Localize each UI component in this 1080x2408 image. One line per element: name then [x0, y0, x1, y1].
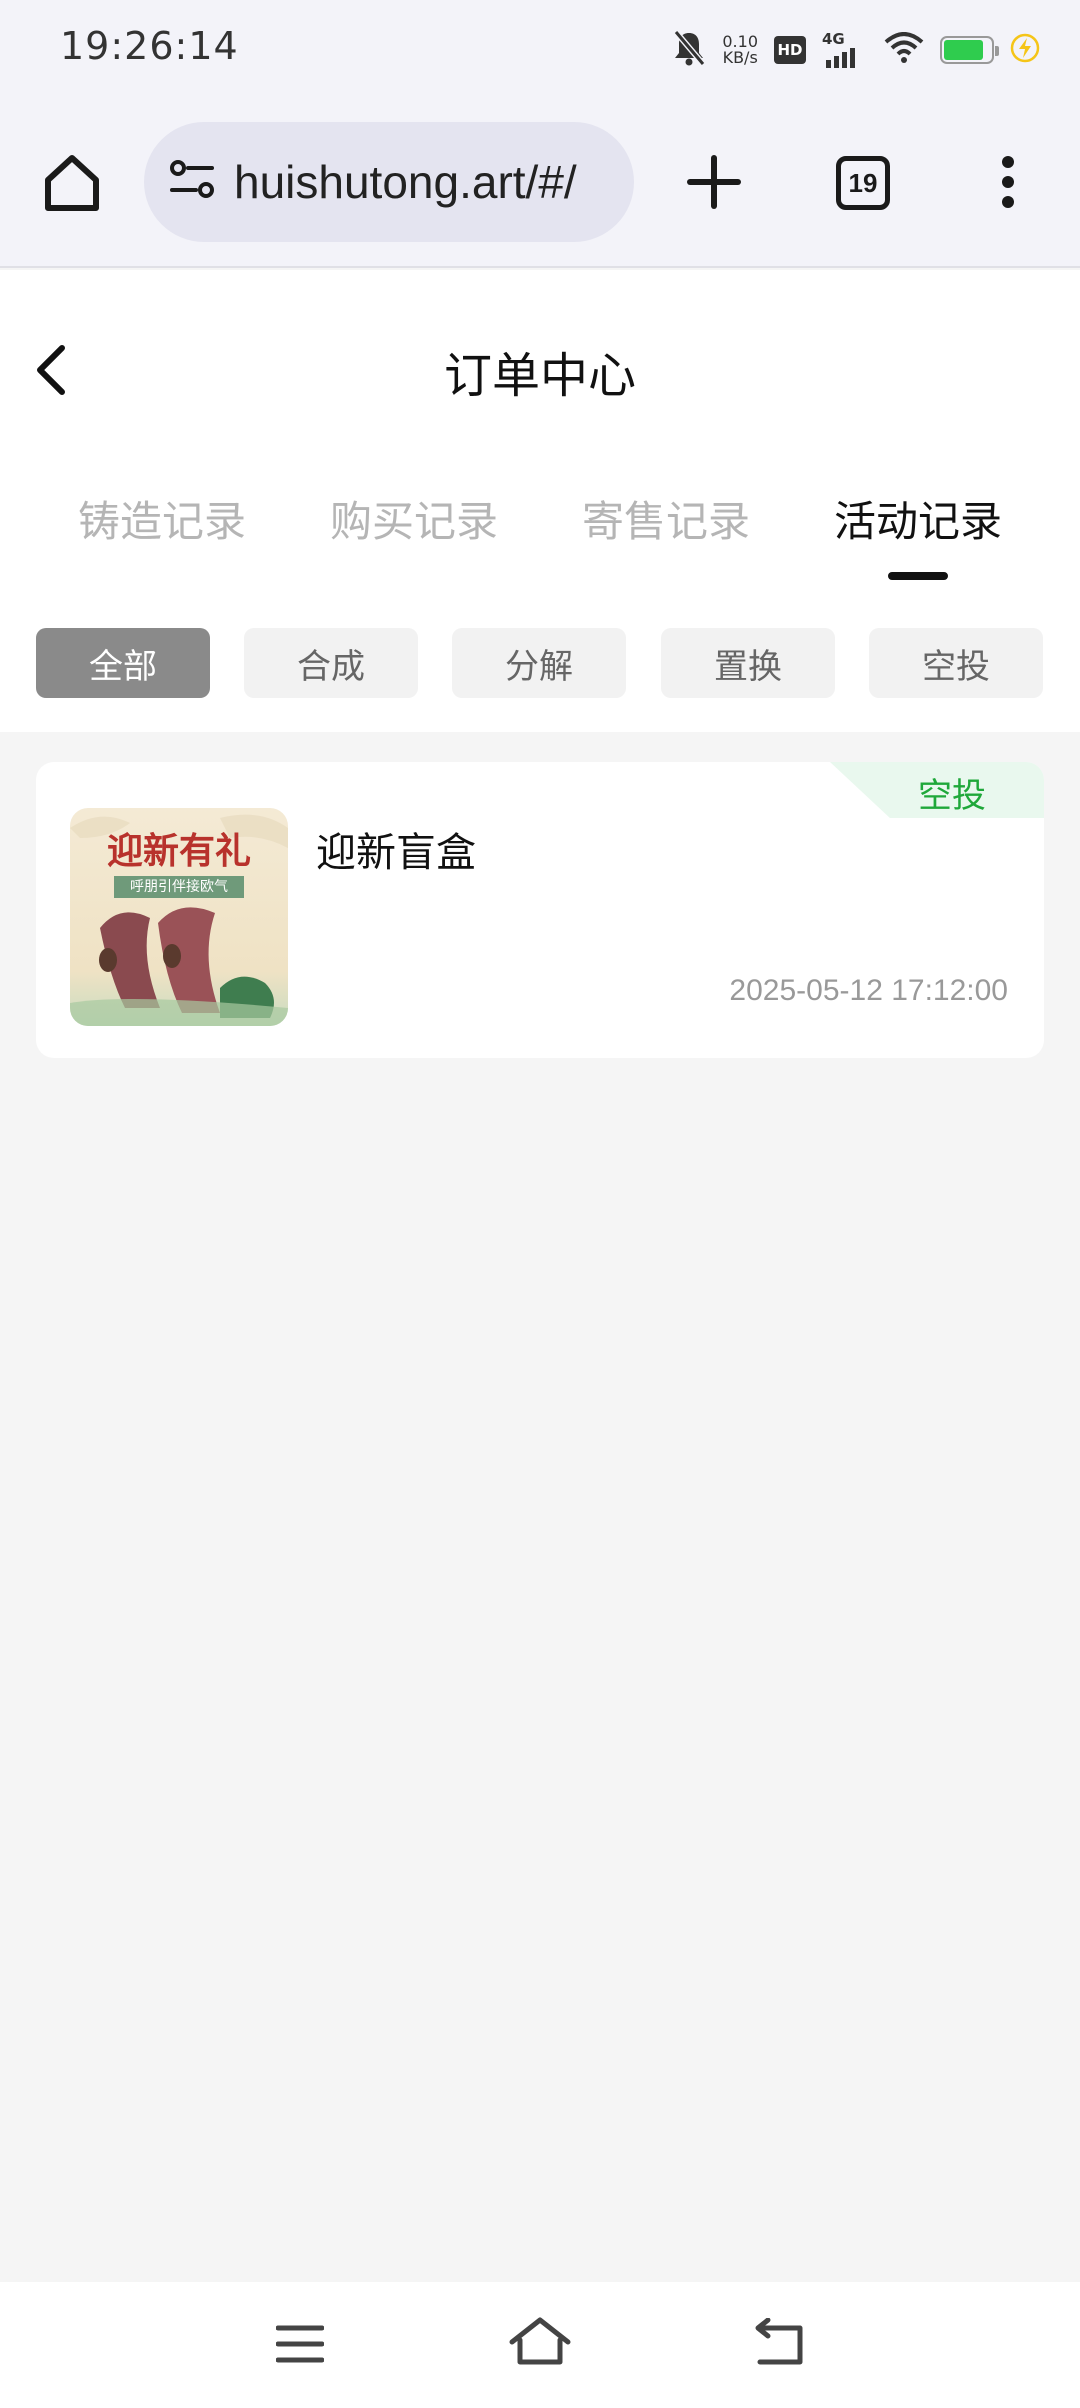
network-type-label: 4G: [822, 30, 845, 48]
system-home-icon[interactable]: [508, 2316, 572, 2372]
record-type-badge-label: 空投: [918, 776, 986, 816]
record-tabs: 铸造记录 购买记录 寄售记录 活动记录: [0, 488, 1080, 568]
status-bar: 19:26:14 0.10 KB/s HD 4G: [0, 0, 1080, 100]
hd-badge: HD: [774, 36, 806, 64]
filter-all[interactable]: 全部: [36, 628, 210, 698]
status-time: 19:26:14: [60, 24, 239, 68]
charging-icon: [1010, 33, 1040, 67]
system-back-icon[interactable]: [752, 2317, 806, 2372]
mute-bell-icon: [672, 29, 706, 71]
thumbnail-headline: 迎新有礼: [106, 830, 251, 872]
system-navigation-bar: [0, 2282, 1080, 2408]
record-time: 2025-05-12 17:12:00: [729, 974, 1008, 1007]
filter-decompose[interactable]: 分解: [452, 628, 626, 698]
filter-synthesis[interactable]: 合成: [244, 628, 418, 698]
network-speed: 0.10 KB/s: [722, 34, 758, 66]
network-speed-unit: KB/s: [722, 48, 758, 67]
tab-switcher-button[interactable]: 19: [836, 156, 890, 210]
recent-apps-icon[interactable]: [275, 2322, 325, 2370]
home-icon[interactable]: [40, 150, 104, 218]
filter-exchange[interactable]: 置换: [661, 628, 835, 698]
tab-purchase-records[interactable]: 购买记录: [314, 488, 514, 549]
battery-icon: [940, 36, 999, 64]
browser-toolbar: huishutong.art/#/ 19: [0, 100, 1080, 268]
thumbnail-subline: 呼朋引伴接欧气: [114, 876, 244, 898]
site-settings-icon[interactable]: [168, 158, 216, 206]
tab-activity-records[interactable]: 活动记录: [818, 488, 1018, 549]
url-text[interactable]: huishutong.art/#/: [234, 155, 577, 209]
record-card[interactable]: 空投 迎新有礼 呼朋引伴接欧气 迎新盲盒 2025-05-12 17:12:00: [36, 762, 1044, 1058]
wifi-icon: [884, 32, 924, 68]
more-menu-icon[interactable]: [996, 152, 1020, 216]
new-tab-icon[interactable]: [684, 152, 744, 216]
record-thumbnail: 迎新有礼 呼朋引伴接欧气: [70, 808, 288, 1026]
battery-level: [944, 40, 984, 60]
record-title: 迎新盲盒: [316, 830, 476, 876]
filter-airdrop[interactable]: 空投: [869, 628, 1043, 698]
address-bar[interactable]: huishutong.art/#/: [144, 122, 634, 242]
cellular-signal-icon: 4G: [822, 30, 868, 70]
page-title: 订单中心: [443, 348, 636, 404]
active-tab-indicator: [888, 572, 948, 580]
tab-consignment-records[interactable]: 寄售记录: [566, 488, 766, 549]
tab-mint-records[interactable]: 铸造记录: [62, 488, 262, 549]
status-icons: 0.10 KB/s HD 4G: [672, 26, 1040, 74]
page-header: 订单中心 铸造记录 购买记录 寄售记录 活动记录 全部 合成 分解 置换 空投: [0, 270, 1080, 732]
